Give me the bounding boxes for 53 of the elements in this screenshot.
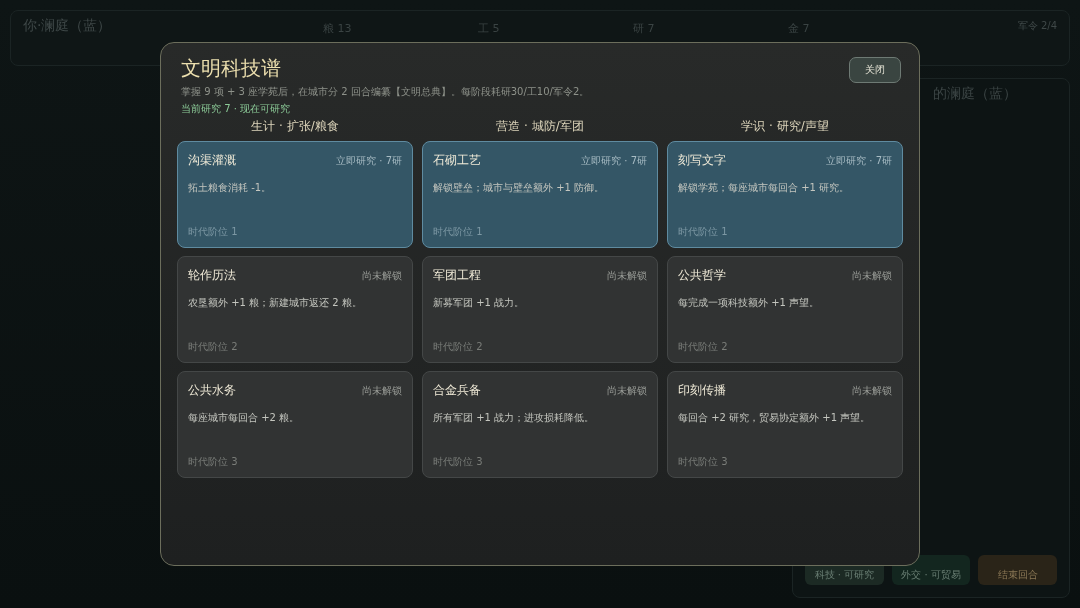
tech-card[interactable]: 石砌工艺 立即研究 · 7研 解锁壁垒；城市与壁垒额外 +1 防御。 时代阶位 1 (422, 141, 658, 248)
tech-description: 所有军团 +1 战力；进攻损耗降低。 (433, 411, 596, 425)
tech-status: 尚未解锁 (362, 383, 402, 398)
tech-description: 解锁学苑；每座城市每回合 +1 研究。 (678, 181, 851, 195)
dialog-title: 文明科技谱 (181, 55, 282, 82)
tech-card[interactable]: 轮作历法 尚未解锁 农垦额外 +1 粮；新建城市返还 2 粮。 时代阶位 2 (177, 256, 413, 363)
tech-card[interactable]: 合金兵备 尚未解锁 所有军团 +1 战力；进攻损耗降低。 时代阶位 3 (422, 371, 658, 478)
era-label: 时代阶位 1 (678, 225, 729, 239)
era-label: 时代阶位 3 (433, 455, 484, 469)
column-heading: 生计 · 扩张/粮食 (251, 118, 339, 135)
tech-name: 石砌工艺 (433, 152, 481, 169)
era-label: 时代阶位 3 (678, 455, 729, 469)
tech-status: 尚未解锁 (852, 383, 892, 398)
tech-name: 沟渠灌溉 (188, 152, 236, 169)
tech-description: 每座城市每回合 +2 粮。 (188, 411, 301, 425)
tech-name: 公共水务 (188, 382, 236, 399)
tech-description: 农垦额外 +1 粮；新建城市返还 2 粮。 (188, 296, 363, 310)
tech-card[interactable]: 印刻传播 尚未解锁 每回合 +2 研究，贸易协定额外 +1 声望。 时代阶位 3 (667, 371, 903, 478)
tech-card[interactable]: 公共水务 尚未解锁 每座城市每回合 +2 粮。 时代阶位 3 (177, 371, 413, 478)
tech-status: 立即研究 · 7研 (336, 153, 402, 168)
era-label: 时代阶位 1 (433, 225, 484, 239)
tech-name: 公共哲学 (678, 267, 726, 284)
tech-card[interactable]: 沟渠灌溉 立即研究 · 7研 拓土粮食消耗 -1。 时代阶位 1 (177, 141, 413, 248)
tech-card[interactable]: 公共哲学 尚未解锁 每完成一项科技额外 +1 声望。 时代阶位 2 (667, 256, 903, 363)
column-heading: 学识 · 研究/声望 (741, 118, 829, 135)
close-button[interactable]: 关闭 (849, 57, 901, 83)
era-label: 时代阶位 2 (188, 340, 239, 354)
tech-description: 解锁壁垒；城市与壁垒额外 +1 防御。 (433, 181, 606, 195)
era-label: 时代阶位 2 (678, 340, 729, 354)
column-heading: 营造 · 城防/军团 (496, 118, 584, 135)
tech-card[interactable]: 刻写文字 立即研究 · 7研 解锁学苑；每座城市每回合 +1 研究。 时代阶位 1 (667, 141, 903, 248)
tech-status: 立即研究 · 7研 (581, 153, 647, 168)
research-status: 当前研究 7 · 现在可研究 (181, 102, 292, 116)
tech-name: 印刻传播 (678, 382, 726, 399)
tech-description: 拓土粮食消耗 -1。 (188, 181, 273, 195)
era-label: 时代阶位 3 (188, 455, 239, 469)
tech-description: 每完成一项科技额外 +1 声望。 (678, 296, 821, 310)
tech-name: 军团工程 (433, 267, 481, 284)
tech-description: 每回合 +2 研究，贸易协定额外 +1 声望。 (678, 411, 872, 425)
tech-status: 尚未解锁 (607, 268, 647, 283)
action-button[interactable]: 结束回合 (978, 555, 1057, 585)
tech-name: 合金兵备 (433, 382, 481, 399)
tech-description: 新募军团 +1 战力。 (433, 296, 526, 310)
era-label: 时代阶位 1 (188, 225, 239, 239)
tech-name: 轮作历法 (188, 267, 236, 284)
tech-name: 刻写文字 (678, 152, 726, 169)
dialog-description: 掌握 9 项 + 3 座学苑后，在城市分 2 回合编纂【文明总典】。每阶段耗研30/工10/军令2。 (181, 85, 590, 99)
era-label: 时代阶位 2 (433, 340, 484, 354)
tech-card[interactable]: 军团工程 尚未解锁 新募军团 +1 战力。 时代阶位 2 (422, 256, 658, 363)
tech-status: 立即研究 · 7研 (826, 153, 892, 168)
tech-status: 尚未解锁 (607, 383, 647, 398)
tech-status: 尚未解锁 (362, 268, 402, 283)
tech-status: 尚未解锁 (852, 268, 892, 283)
